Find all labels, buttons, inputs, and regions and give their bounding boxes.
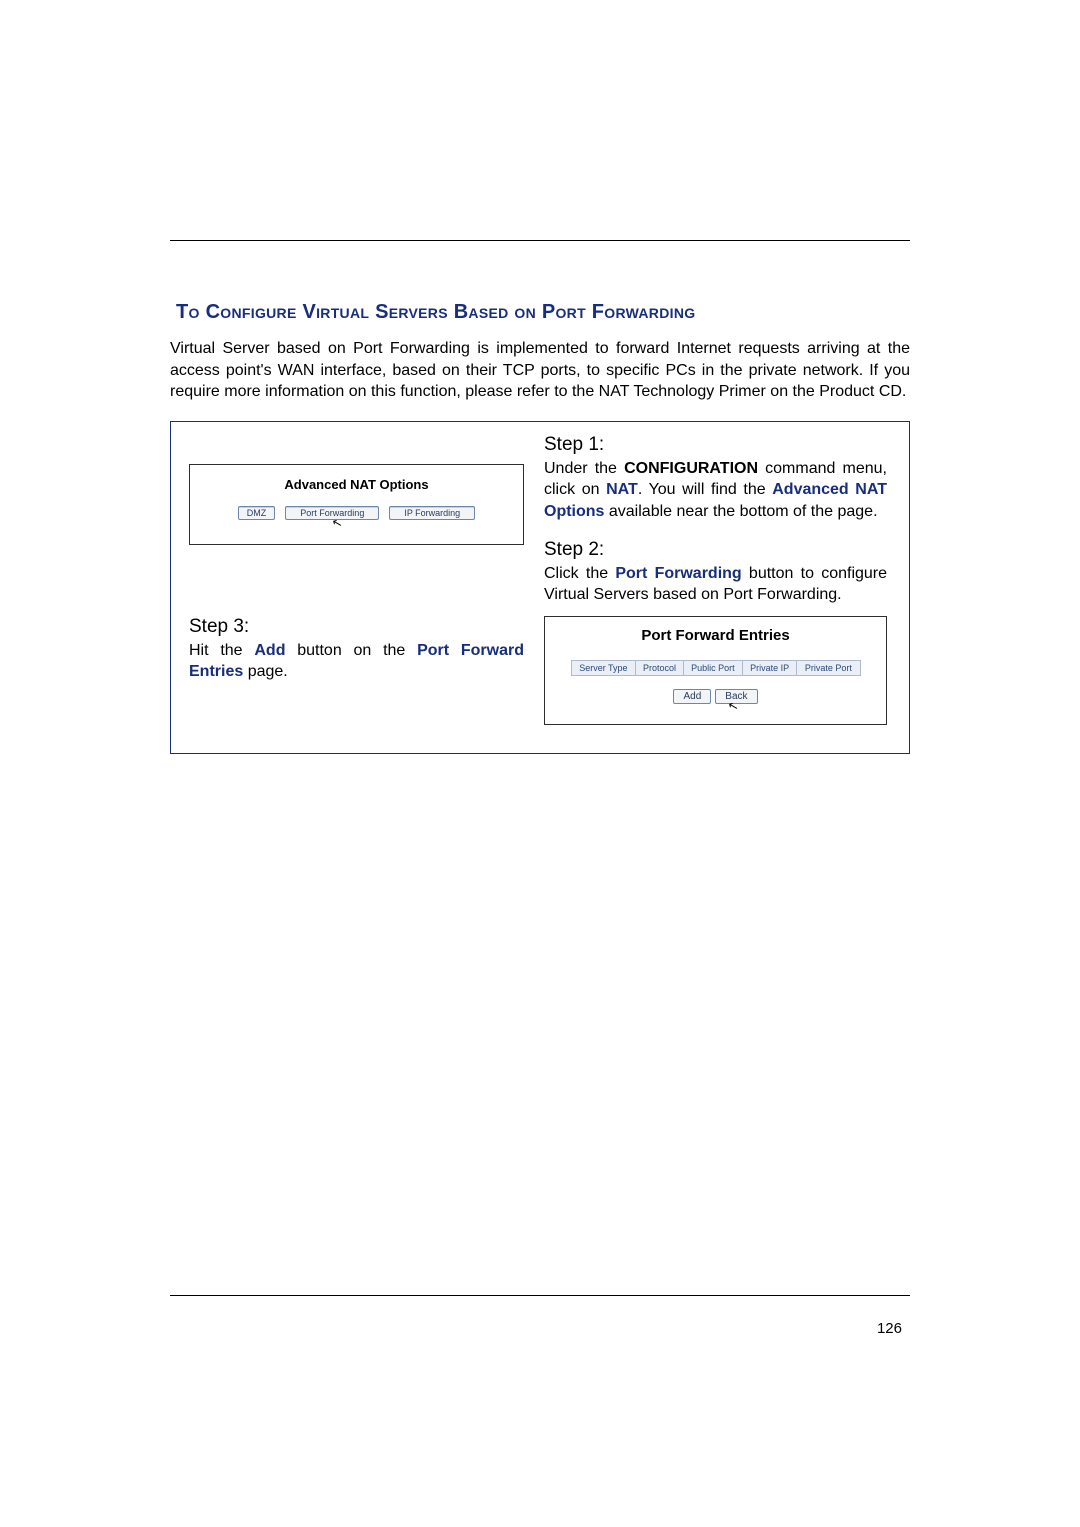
col-private-port: Private Port <box>797 660 860 675</box>
pfe-title: Port Forward Entries <box>555 627 876 644</box>
step-1-head: Step 1: <box>544 434 887 456</box>
col-server-type: Server Type <box>571 660 636 675</box>
add-keyword: Add <box>254 642 285 659</box>
ip-forwarding-button: IP Forwarding <box>389 506 475 520</box>
step-3-mid: button on the <box>285 642 417 659</box>
step-1-body: Under the CONFIGURATION command menu, cl… <box>544 458 887 523</box>
intro-paragraph: Virtual Server based on Port Forwarding … <box>170 338 910 403</box>
col-private-ip: Private IP <box>743 660 797 675</box>
col-protocol: Protocol <box>636 660 683 675</box>
step-3-pre: Hit the <box>189 642 254 659</box>
port-forward-entries-screenshot: Port Forward Entries Server Type Protoco… <box>544 616 887 725</box>
configuration-keyword: CONFIGURATION <box>624 460 758 477</box>
add-btn: Add <box>673 689 711 704</box>
step-3-body: Hit the Add button on the Port Forward E… <box>189 640 524 683</box>
step-2-body: Click the Port Forwarding button to conf… <box>544 563 887 606</box>
step-1-pre: Under the <box>544 460 624 477</box>
port-forwarding-button: Port Forwarding ↖ <box>285 506 379 520</box>
page-number: 126 <box>170 1320 910 1337</box>
col-public-port: Public Port <box>683 660 742 675</box>
step-1-post: available near the bottom of the page. <box>604 503 877 520</box>
header-rule <box>170 240 910 241</box>
step-2-pre: Click the <box>544 565 615 582</box>
step-3-post: page. <box>243 663 287 680</box>
step-2-head: Step 2: <box>544 539 887 561</box>
advanced-nat-title: Advanced NAT Options <box>200 477 513 492</box>
footer-rule <box>170 1295 910 1296</box>
step-1-mid2: . You will find the <box>638 481 772 498</box>
port-forwarding-keyword: Port Forwarding <box>615 565 741 582</box>
pfe-table: Server Type Protocol Public Port Private… <box>571 660 861 676</box>
advanced-nat-screenshot: Advanced NAT Options DMZ Port Forwarding… <box>189 464 524 545</box>
steps-container: Advanced NAT Options DMZ Port Forwarding… <box>170 421 910 754</box>
nat-keyword: NAT <box>606 481 638 498</box>
step-3-head: Step 3: <box>189 616 524 638</box>
section-heading: To Configure Virtual Servers Based on Po… <box>176 301 910 324</box>
dmz-button: DMZ <box>238 506 276 520</box>
